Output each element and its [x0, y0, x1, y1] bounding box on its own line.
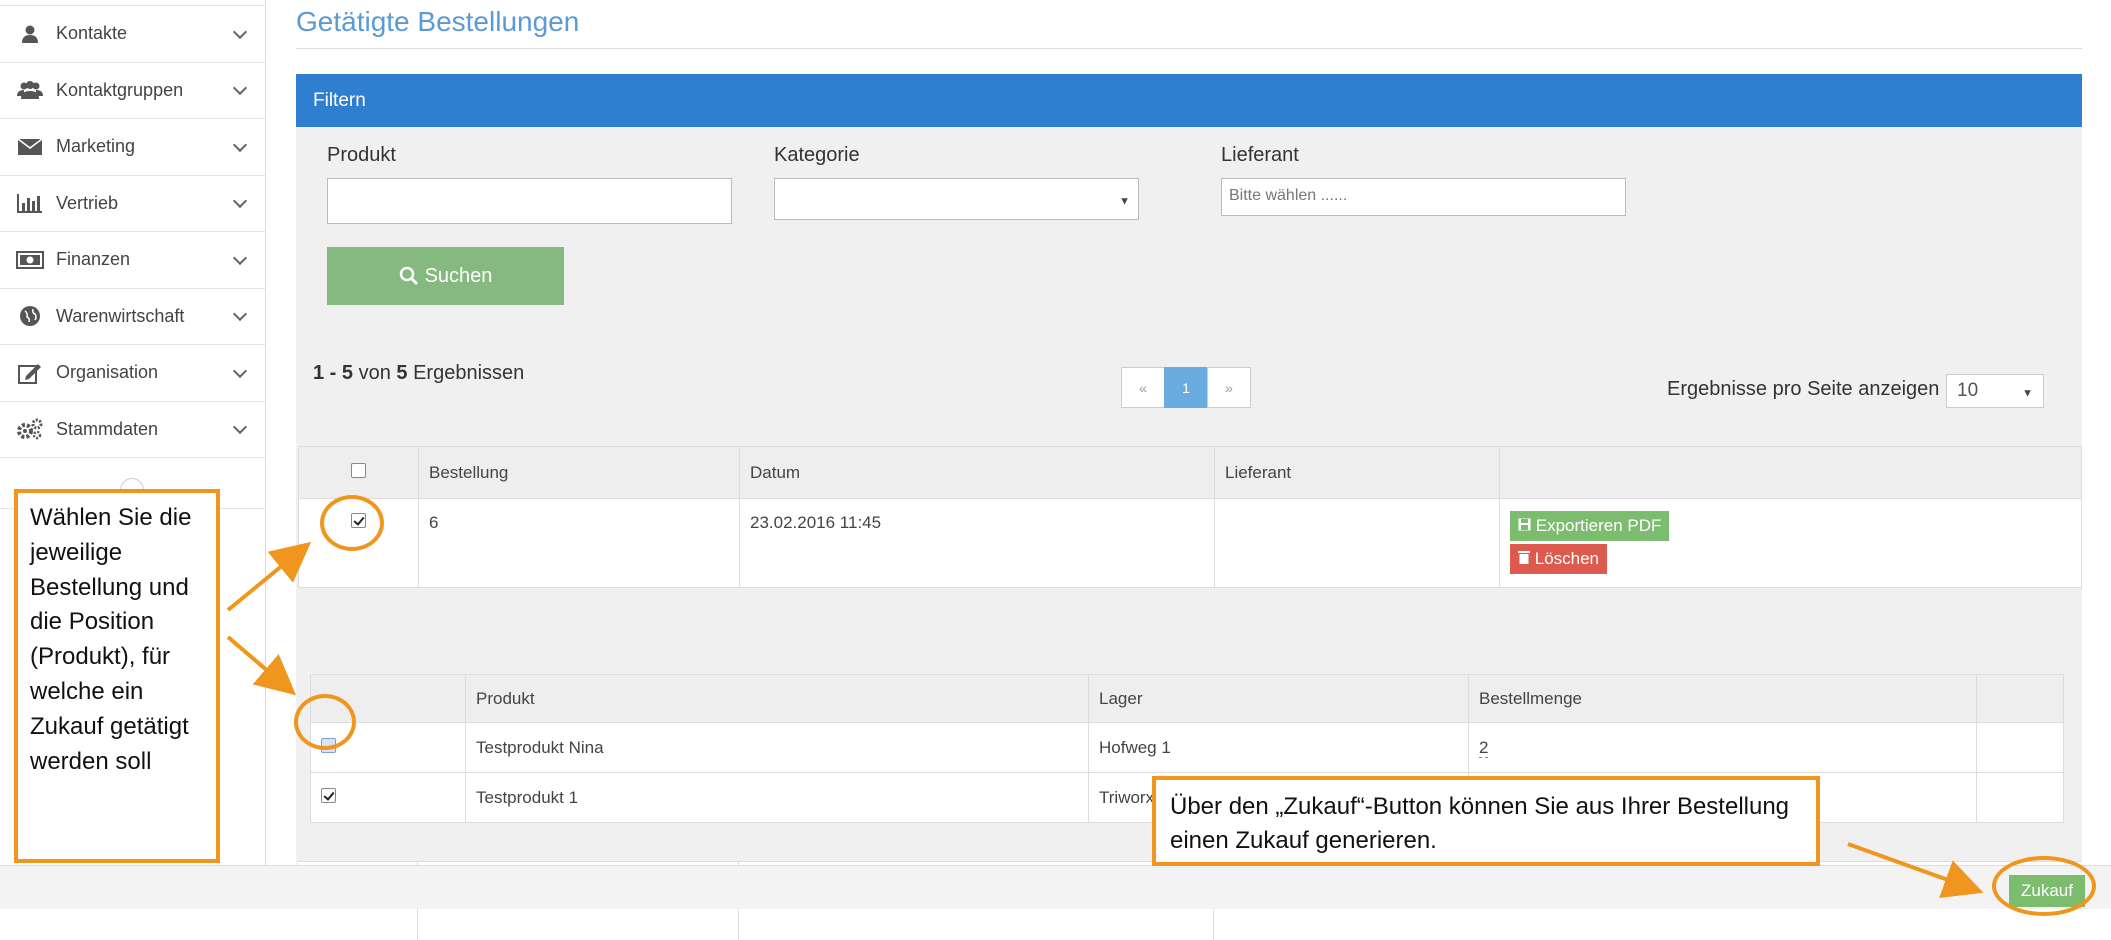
annotation-arrows — [226, 541, 1984, 898]
